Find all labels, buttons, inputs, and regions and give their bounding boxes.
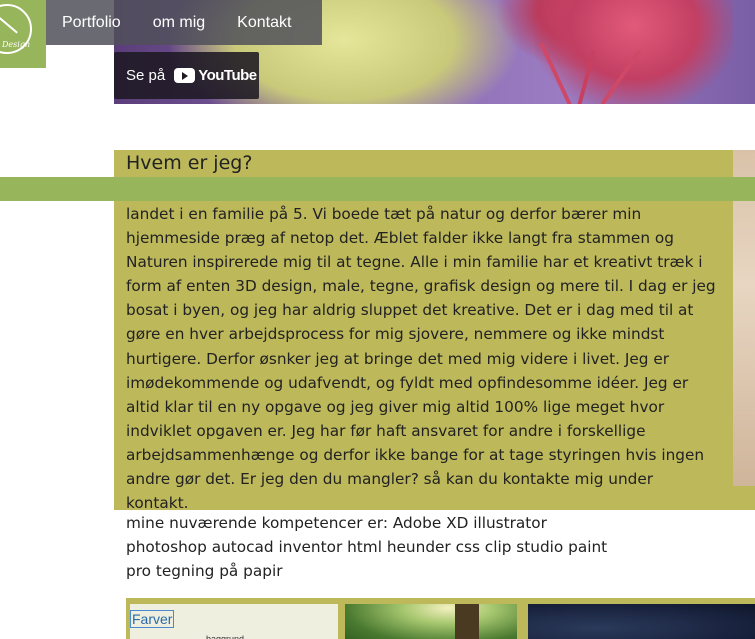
site-logo[interactable]: Design	[0, 0, 46, 68]
green-accent-bar	[0, 177, 755, 201]
about-body: landet i en familie på 5. Vi boede tæt p…	[126, 205, 716, 513]
youtube-play-icon	[174, 68, 196, 83]
thumb-title: Farver	[130, 610, 175, 628]
nav-item-portfolio[interactable]: Portfolio	[62, 14, 121, 32]
about-section: Hvem er jeg? landet i en familie på 5. V…	[114, 150, 733, 512]
about-heading: Hvem er jeg?	[126, 152, 253, 174]
tree-trunk	[455, 604, 479, 639]
skills-text: mine nuværende kompetencer er: Adobe XD …	[126, 514, 608, 580]
about-side-bottom	[733, 486, 755, 510]
youtube-wordmark: YouTube	[198, 67, 257, 84]
thumb-caption: baggrund	[206, 634, 245, 639]
nav-item-kontakt[interactable]: Kontakt	[237, 14, 291, 32]
nav-item-om-mig[interactable]: om mig	[153, 14, 205, 32]
watch-on-youtube-button[interactable]: Se på YouTube	[114, 52, 259, 99]
logo-script-mark: Design	[2, 40, 31, 49]
gallery-thumb-dark[interactable]	[528, 604, 755, 639]
gallery-thumb-forest[interactable]	[345, 604, 517, 639]
portfolio-gallery: Farver baggrund	[126, 598, 755, 639]
gallery-thumb-farver[interactable]: Farver baggrund	[130, 604, 338, 639]
watch-label: Se på	[126, 67, 166, 84]
main-nav: Portfolio om mig Kontakt	[46, 0, 322, 45]
